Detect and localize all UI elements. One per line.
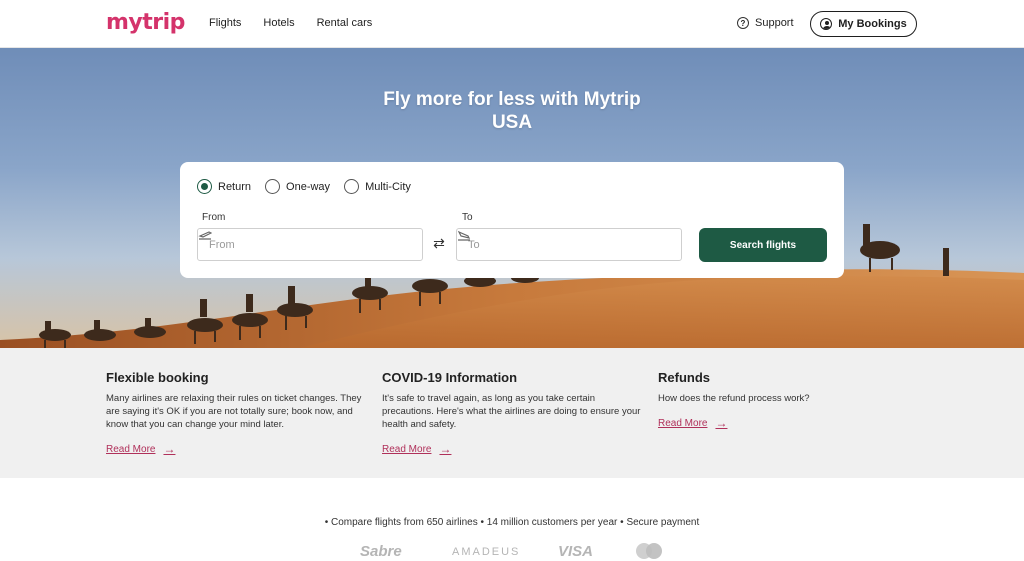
sabre-logo: Sabre [360,543,402,560]
my-bookings-label: My Bookings [838,18,907,30]
trip-type-one-way-label: One-way [286,180,331,193]
radio-checked-icon [197,179,212,194]
to-label: To [462,212,473,223]
radio-unchecked-icon [265,179,281,194]
from-label: From [202,212,226,223]
info-card-flexible-booking: Flexible booking Many airlines are relax… [106,370,366,431]
trip-type-return-label: Return [218,180,252,193]
support-label: Support [755,17,794,29]
read-more-link-covid[interactable]: Read More → [382,442,451,456]
from-placeholder: From [209,238,235,251]
trip-type-group: Return One-way Multi-City [197,179,411,194]
swap-icon[interactable]: ⇄ [431,235,447,251]
plane-landing-icon [457,230,471,241]
main-nav: Flights Hotels Rental cars [209,17,372,29]
mytrip-logo[interactable]: mytrip [106,10,185,35]
hero-title-line1: Fly more for less with Mytrip [383,89,641,110]
flight-search-form: Return One-way Multi-City From From ⇄ To [180,162,844,278]
info-card-covid: COVID-19 Information It's safe to travel… [382,370,642,431]
info-card-refunds: Refunds How does the refund process work… [658,370,918,405]
info-card-title: COVID-19 Information [382,370,518,385]
read-more-link-flexible-booking[interactable]: Read More → [106,442,175,456]
trip-type-multi-city-radio[interactable]: Multi-City [344,179,411,194]
info-card-body: How does the refund process work? [658,393,810,404]
amadeus-logo: AMADEUS [452,546,521,558]
site-header: mytrip Flights Hotels Rental cars ? Supp… [0,0,1024,48]
to-input[interactable]: To [456,228,682,261]
my-bookings-button[interactable]: My Bookings [810,11,917,37]
read-more-link-refunds[interactable]: Read More → [658,416,727,430]
from-input[interactable]: From [197,228,423,261]
radio-unchecked-icon [344,179,360,194]
mastercard-icon [636,543,662,559]
nav-rental-cars[interactable]: Rental cars [317,17,373,29]
arrow-right-icon: → [163,442,176,456]
info-card-body: It's safe to travel again, as long as yo… [382,393,641,430]
hero-title: Fly more for less with Mytrip USA [312,88,712,134]
arrow-right-icon: → [715,416,728,430]
search-flights-button[interactable]: Search flights [699,228,827,262]
trip-type-multi-city-label: Multi-City [365,180,411,193]
info-card-title: Flexible booking [106,370,209,385]
info-section: Flexible booking Many airlines are relax… [0,348,1024,478]
arrow-right-icon: → [439,442,452,456]
hero-banner: Fly more for less with Mytrip USA Return… [0,48,1024,348]
nav-flights[interactable]: Flights [209,17,241,29]
read-more-label: Read More [658,417,708,429]
hero-title-line2: USA [491,112,533,133]
info-card-body: Many airlines are relaxing their rules o… [106,393,362,430]
help-circle-icon: ? [737,17,749,29]
read-more-label: Read More [106,443,156,455]
visa-logo: VISA [558,543,594,560]
partner-logos: Sabre AMADEUS VISA [0,541,1024,561]
trip-type-return-radio[interactable]: Return [197,179,251,194]
trip-type-one-way-radio[interactable]: One-way [265,179,330,194]
plane-takeoff-icon [198,231,212,240]
support-link[interactable]: ? Support [737,17,794,29]
nav-hotels[interactable]: Hotels [263,17,294,29]
info-card-title: Refunds [658,370,710,385]
user-icon [820,18,833,30]
trust-bar: • Compare flights from 650 airlines • 14… [324,517,700,528]
read-more-label: Read More [382,443,432,455]
